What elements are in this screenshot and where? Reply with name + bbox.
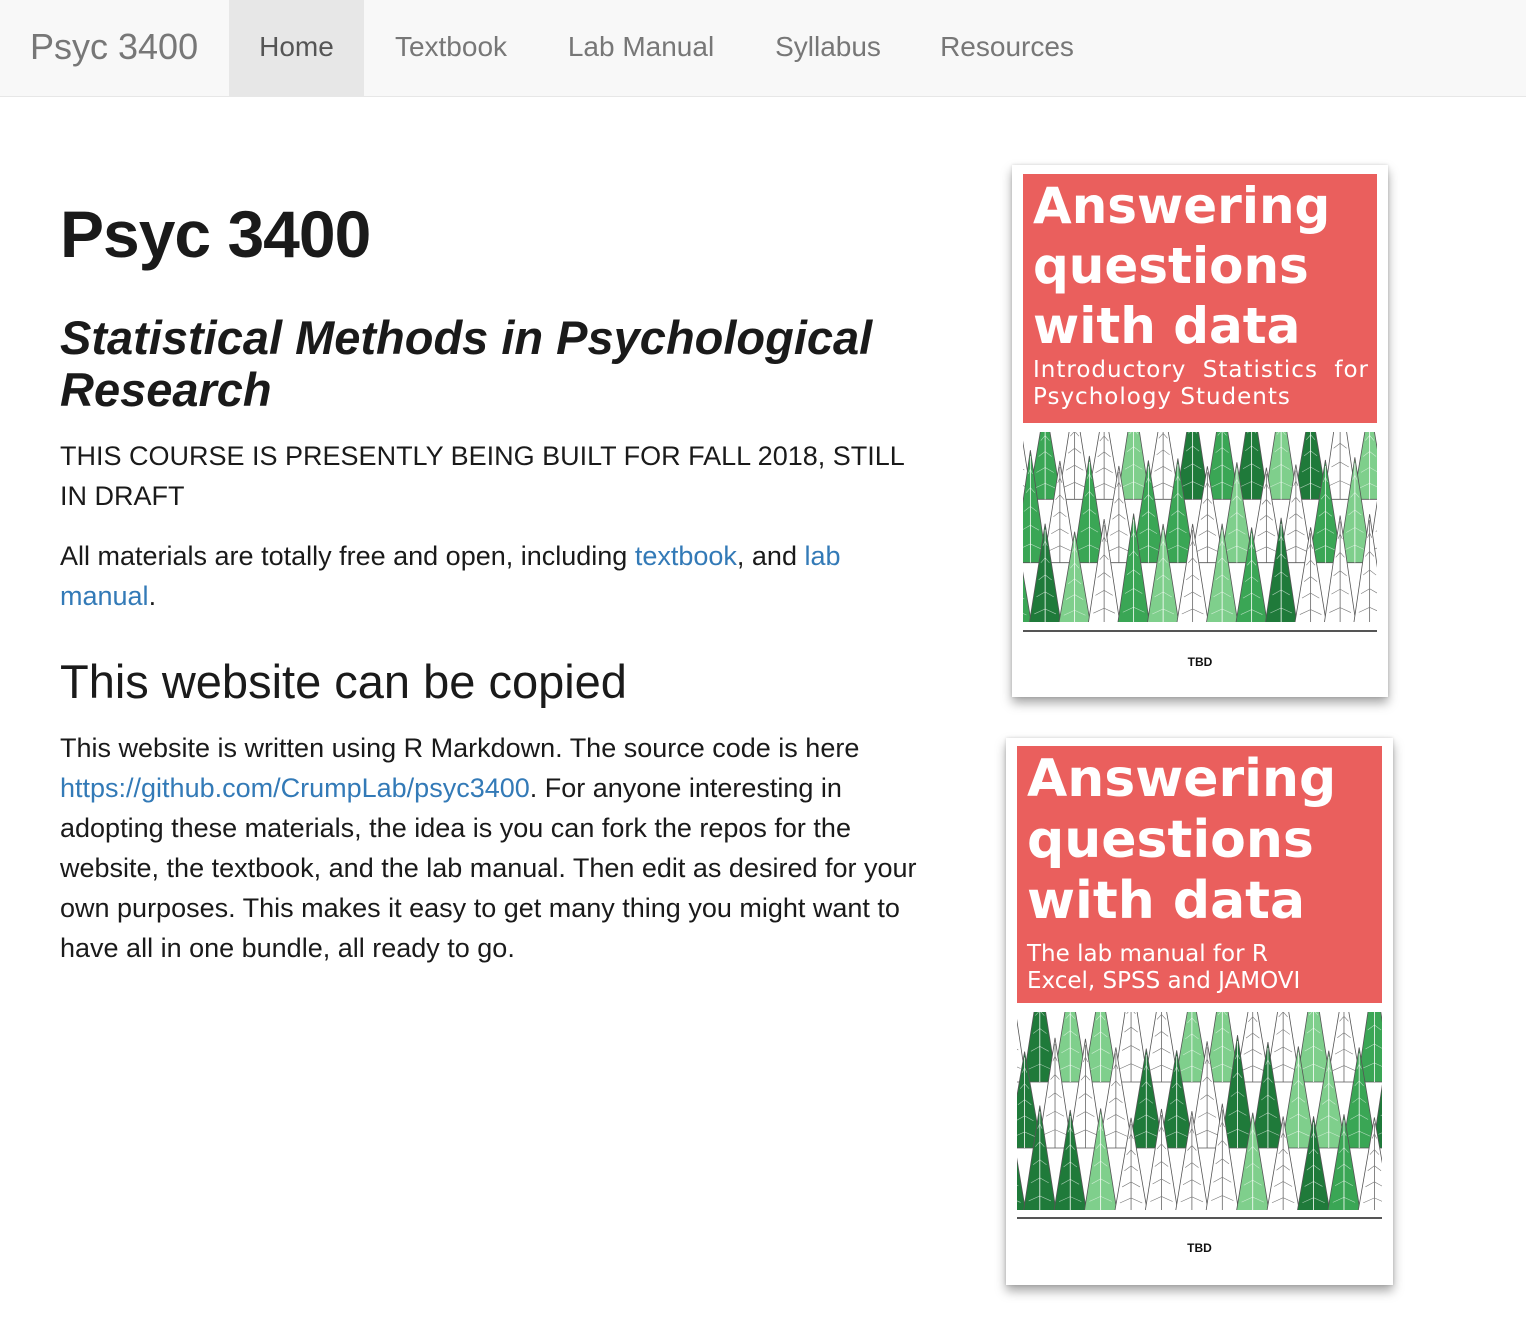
- lab-manual-cover-forest-art: [1017, 1012, 1382, 1210]
- copy-prefix: This website is written using R Markdown…: [60, 733, 860, 763]
- materials-suffix: .: [148, 581, 157, 611]
- lab-manual-subtitle-line-2: Excel, SPSS and JAMOVI: [1027, 968, 1301, 994]
- nav-item-home[interactable]: Home: [229, 0, 364, 96]
- textbook-cover[interactable]: Answering questions with data Introducto…: [1012, 165, 1388, 697]
- textbook-cover-forest-art: [1023, 432, 1377, 622]
- top-navbar: Psyc 3400 Home Textbook Lab Manual Sylla…: [0, 0, 1526, 97]
- page-subtitle: Statistical Methods in Psychological Res…: [60, 311, 873, 416]
- textbook-link[interactable]: textbook: [635, 541, 737, 571]
- forest-illustration: [1023, 432, 1377, 622]
- textbook-cover-title: Answering questions with data: [1033, 176, 1330, 356]
- lab-manual-title-line-2: questions: [1027, 810, 1314, 870]
- nav-item-resources[interactable]: Resources: [912, 0, 1102, 96]
- textbook-cover-subtitle: Introductory Statistics for Psychology S…: [1033, 357, 1369, 410]
- textbook-cover-footer: TBD: [1187, 655, 1213, 669]
- navbar-brand[interactable]: Psyc 3400: [30, 26, 198, 68]
- textbook-title-line-2: questions: [1033, 237, 1309, 295]
- copy-paragraph: This website is written using R Markdown…: [60, 728, 930, 968]
- github-repo-link[interactable]: https://github.com/CrumpLab/psyc3400: [60, 773, 530, 803]
- textbook-title-line-3: with data: [1033, 297, 1301, 355]
- page-title: Psyc 3400: [60, 197, 371, 271]
- nav-item-lab-manual[interactable]: Lab Manual: [538, 0, 744, 96]
- materials-prefix: All materials are totally free and open,…: [60, 541, 635, 571]
- textbook-cover-header: Answering questions with data Introducto…: [1023, 174, 1377, 423]
- lab-manual-title-line-3: with data: [1027, 871, 1306, 931]
- lab-manual-cover-subtitle: The lab manual for R Excel, SPSS and JAM…: [1027, 941, 1300, 995]
- lab-manual-cover-footer: TBD: [1187, 1241, 1212, 1255]
- textbook-cover-rule: [1023, 630, 1377, 632]
- lab-manual-cover-header: Answering questions with data The lab ma…: [1017, 746, 1382, 1003]
- nav-item-syllabus[interactable]: Syllabus: [744, 0, 912, 96]
- draft-notice: THIS COURSE IS PRESENTLY BEING BUILT FOR…: [60, 441, 904, 511]
- materials-middle: , and: [736, 541, 805, 571]
- lab-manual-cover-rule: [1017, 1217, 1382, 1219]
- forest-illustration: [1017, 1012, 1382, 1210]
- lab-manual-subtitle-line-1: The lab manual for R: [1027, 941, 1268, 967]
- lab-manual-title-line-1: Answering: [1027, 749, 1337, 809]
- nav-item-textbook[interactable]: Textbook: [364, 0, 538, 96]
- textbook-title-line-1: Answering: [1033, 177, 1331, 235]
- lab-manual-cover[interactable]: Answering questions with data The lab ma…: [1006, 738, 1393, 1285]
- materials-paragraph: All materials are totally free and open,…: [60, 536, 910, 616]
- section-heading-copied: This website can be copied: [60, 655, 627, 708]
- lab-manual-cover-title: Answering questions with data: [1027, 749, 1336, 932]
